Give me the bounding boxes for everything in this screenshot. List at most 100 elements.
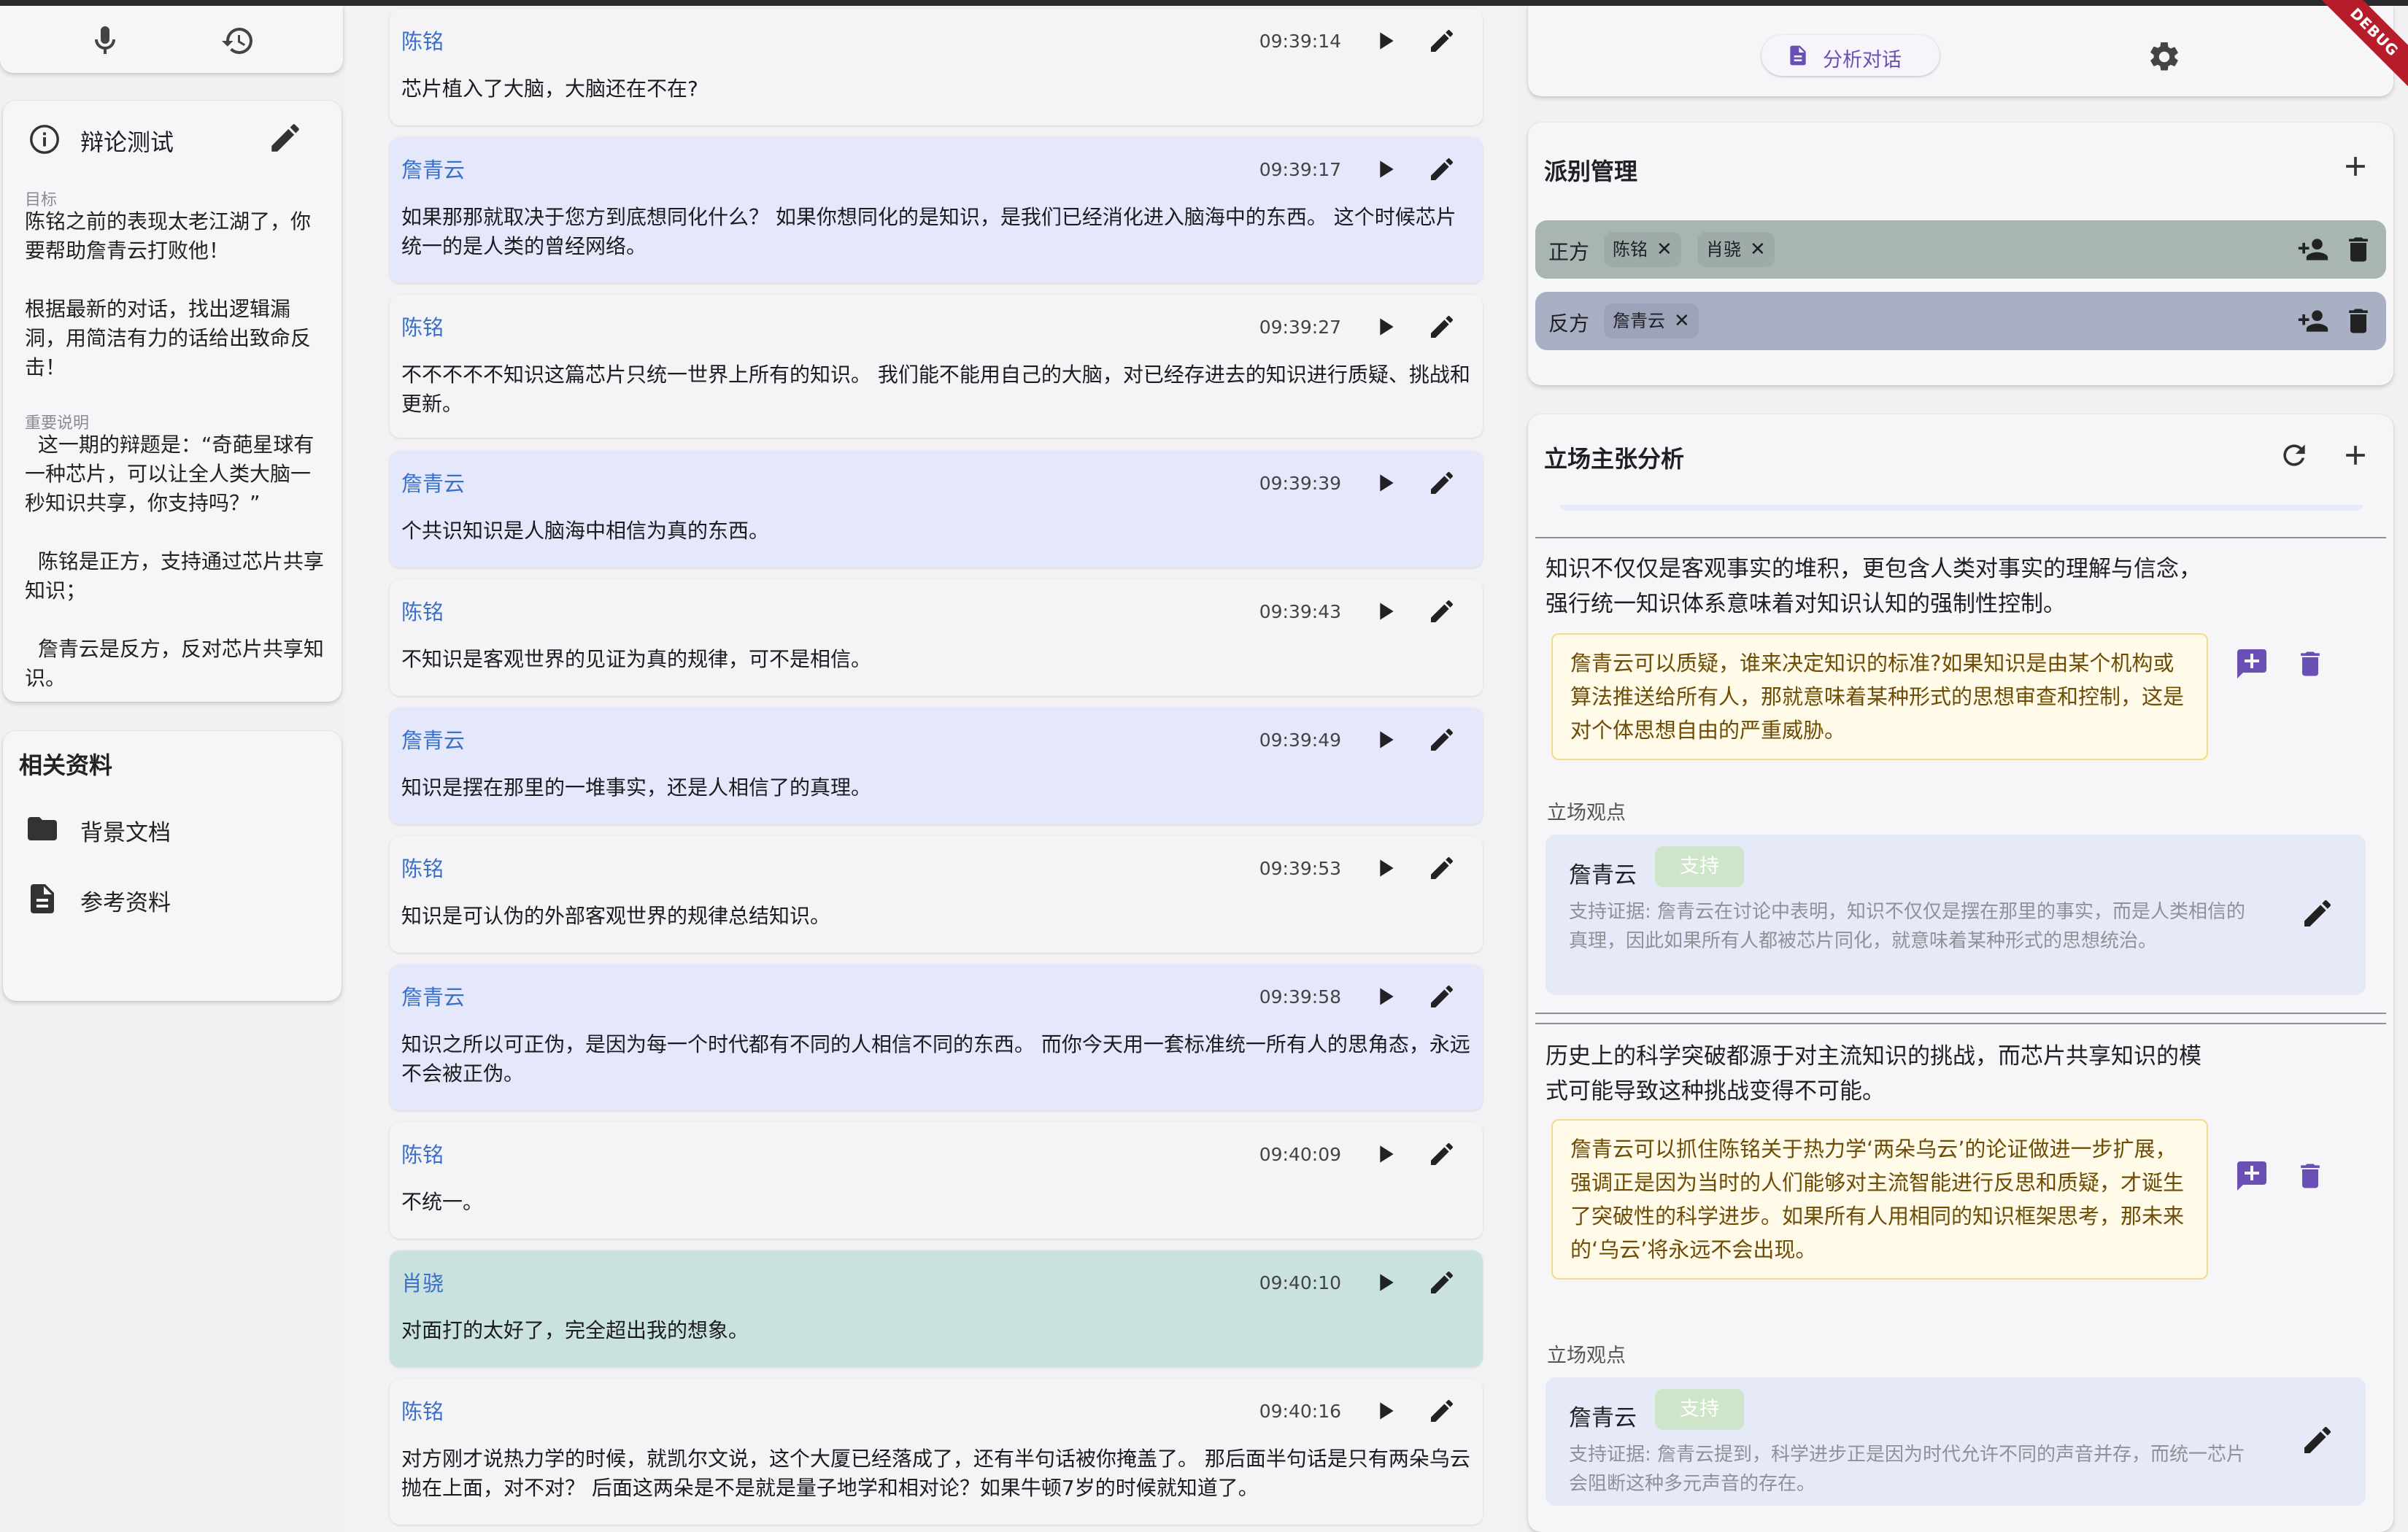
edit-message-icon[interactable]	[1427, 155, 1456, 184]
message-speaker[interactable]: 陈铭	[401, 852, 444, 883]
edit-debate-button[interactable]	[267, 120, 304, 156]
member-chip[interactable]: 詹青云 ✕	[1604, 303, 1699, 338]
play-icon[interactable]	[1370, 725, 1400, 754]
delete-rebuttal-icon[interactable]	[2294, 1160, 2326, 1192]
message-text: 知识是可认伪的外部客观世界的规律总结知识。	[401, 904, 831, 928]
message-speaker[interactable]: 陈铭	[401, 25, 444, 55]
message-timestamp: 09:40:16	[1259, 1401, 1341, 1422]
delete-faction-icon[interactable]	[2342, 233, 2374, 266]
left-toolbar	[0, 6, 343, 73]
message-text: 知识是摆在那里的一堆事实，还是人相信了的真理。	[401, 775, 872, 800]
message-timestamp: 09:40:10	[1259, 1272, 1341, 1293]
refresh-icon[interactable]	[2278, 439, 2310, 471]
add-comment-icon[interactable]	[2234, 1158, 2269, 1194]
gear-icon[interactable]	[2147, 39, 2182, 74]
edit-message-icon[interactable]	[1427, 468, 1456, 498]
message-bubble: 詹青云 09:39:49 知识是摆在那里的一堆事实，还是人相信了的真理。	[390, 708, 1483, 824]
message-timestamp: 09:39:27	[1259, 317, 1341, 338]
delete-rebuttal-icon[interactable]	[2294, 648, 2326, 680]
message-text: 不统一。	[401, 1190, 484, 1214]
resource-item-label: 背景文档	[80, 820, 171, 846]
right-panel: 分析对话 派别管理 正方 陈铭 ✕ 肖骁 ✕ 反方 詹青云 ✕ 立场主张分析 知…	[1513, 0, 2408, 1532]
remove-member-icon[interactable]: ✕	[1674, 310, 1690, 332]
edit-message-icon[interactable]	[1427, 312, 1456, 341]
rebuttal-suggestion: 詹青云可以抓住陈铭关于热力学‘两朵乌云’的论证做进一步扩展，强调正是因为当时的人…	[1551, 1119, 2208, 1280]
document-icon	[25, 881, 60, 916]
message-speaker[interactable]: 詹青云	[401, 153, 465, 184]
view-label: 立场观点	[1547, 1345, 1626, 1367]
play-icon[interactable]	[1370, 982, 1400, 1011]
resources-card: 相关资料 背景文档 参考资料	[3, 731, 341, 1001]
member-chip-label: 陈铭	[1613, 239, 1648, 260]
faction-title: 派别管理	[1544, 158, 1638, 185]
analyze-conversation-button[interactable]: 分析对话	[1761, 35, 1940, 76]
message-speaker[interactable]: 詹青云	[401, 467, 465, 498]
message-bubble: 陈铭 09:39:53 知识是可认伪的外部客观世界的规律总结知识。	[390, 836, 1483, 953]
add-member-icon[interactable]	[2297, 233, 2329, 266]
message-text: 知识之所以可正伪，是因为每一个时代都有不同的人相信不同的东西。 而你今天用一套标…	[401, 1032, 1470, 1086]
play-icon[interactable]	[1370, 312, 1400, 341]
message-bubble: 陈铭 09:39:14 芯片植入了大脑，大脑还在不在?	[390, 9, 1483, 125]
member-chip[interactable]: 陈铭 ✕	[1604, 232, 1681, 267]
message-speaker[interactable]: 肖骁	[401, 1266, 444, 1297]
message-bubble: 陈铭 09:39:43 不知识是客观世界的见证为真的规律，可不是相信。	[390, 579, 1483, 696]
edit-view-icon[interactable]	[2300, 896, 2335, 931]
edit-message-icon[interactable]	[1427, 26, 1456, 55]
message-speaker[interactable]: 陈铭	[401, 1138, 444, 1169]
faction-label: 正方	[1548, 240, 1590, 264]
support-badge: 支持	[1655, 846, 1744, 887]
message-bubble: 詹青云 09:39:58 知识之所以可正伪，是因为每一个时代都有不同的人相信不同的东…	[390, 964, 1483, 1110]
member-chip[interactable]: 肖骁 ✕	[1697, 232, 1775, 267]
add-comment-icon[interactable]	[2234, 646, 2269, 681]
view-label: 立场观点	[1547, 802, 1626, 824]
view-evidence: 支持证据: 詹青云在讨论中表明，知识不仅仅是摆在那里的事实，而是人类相信的真理，…	[1569, 901, 2246, 952]
resource-item-references[interactable]: 参考资料	[25, 877, 331, 921]
message-bubble: 陈铭 09:40:16 对方刚才说热力学的时候，就凯尔文说，这个大厦已经落成了，还有…	[390, 1379, 1483, 1525]
edit-view-icon[interactable]	[2300, 1423, 2335, 1458]
add-member-icon[interactable]	[2297, 305, 2329, 337]
message-speaker[interactable]: 陈铭	[401, 311, 444, 341]
message-timestamp: 09:39:53	[1259, 858, 1341, 879]
remove-member-icon[interactable]: ✕	[1750, 239, 1766, 260]
delete-faction-icon[interactable]	[2342, 305, 2374, 337]
play-icon[interactable]	[1370, 1268, 1400, 1297]
play-icon[interactable]	[1370, 1396, 1400, 1425]
message-speaker[interactable]: 詹青云	[401, 980, 465, 1011]
message-speaker[interactable]: 詹青云	[401, 724, 465, 754]
play-icon[interactable]	[1370, 1140, 1400, 1169]
message-bubble: 陈铭 09:40:09 不统一。	[390, 1122, 1483, 1239]
edit-message-icon[interactable]	[1427, 1140, 1456, 1169]
message-timestamp: 09:39:43	[1259, 601, 1341, 622]
remove-member-icon[interactable]: ✕	[1656, 239, 1672, 260]
history-icon[interactable]	[220, 23, 255, 58]
edit-message-icon[interactable]	[1427, 1396, 1456, 1425]
edit-message-icon[interactable]	[1427, 1268, 1456, 1297]
play-icon[interactable]	[1370, 854, 1400, 883]
resource-item-background-docs[interactable]: 背景文档	[25, 807, 331, 851]
claim-block: 历史上的科学突破都源于对主流知识的挑战，而芯片共享知识的模式可能导致这种挑战变得…	[1535, 1030, 2386, 1512]
edit-message-icon[interactable]	[1427, 725, 1456, 754]
mic-icon[interactable]	[88, 23, 123, 58]
message-bubble: 詹青云 09:39:39 个共识知识是人脑海中相信为真的东西。	[390, 451, 1483, 568]
message-text: 芯片植入了大脑，大脑还在不在?	[401, 77, 698, 101]
message-speaker[interactable]: 陈铭	[401, 1395, 444, 1425]
edit-message-icon[interactable]	[1427, 982, 1456, 1011]
play-icon[interactable]	[1370, 26, 1400, 55]
edit-message-icon[interactable]	[1427, 854, 1456, 883]
rebuttal-suggestion: 詹青云可以质疑，谁来决定知识的标准?如果知识是由某个机构或算法推送给所有人，那就…	[1551, 633, 2208, 760]
add-faction-button[interactable]	[2339, 150, 2372, 182]
goal-text: 陈铭之前的表现太老江湖了，你要帮助詹青云打败他！ 根据最新的对话，找出逻辑漏洞，…	[25, 209, 312, 379]
claim-text: 历史上的科学突破都源于对主流知识的挑战，而芯片共享知识的模式可能导致这种挑战变得…	[1545, 1043, 2201, 1104]
play-icon[interactable]	[1370, 468, 1400, 498]
conversation-panel: 陈铭 09:39:14 芯片植入了大脑，大脑还在不在? 詹青云 09:39:17 如果那那…	[365, 6, 1503, 1532]
add-claim-button[interactable]	[2339, 439, 2372, 471]
edit-message-icon[interactable]	[1427, 597, 1456, 626]
folder-icon	[25, 811, 60, 846]
member-chip-label: 詹青云	[1613, 311, 1665, 331]
play-icon[interactable]	[1370, 155, 1400, 184]
faction-label: 反方	[1548, 312, 1590, 336]
play-icon[interactable]	[1370, 597, 1400, 626]
message-bubble: 陈铭 09:39:27 不不不不不知识这篇芯片只统一世界上所有的知识。 我们能不能用…	[390, 295, 1483, 438]
window-top-bar	[0, 0, 2408, 6]
message-speaker[interactable]: 陈铭	[401, 595, 444, 626]
